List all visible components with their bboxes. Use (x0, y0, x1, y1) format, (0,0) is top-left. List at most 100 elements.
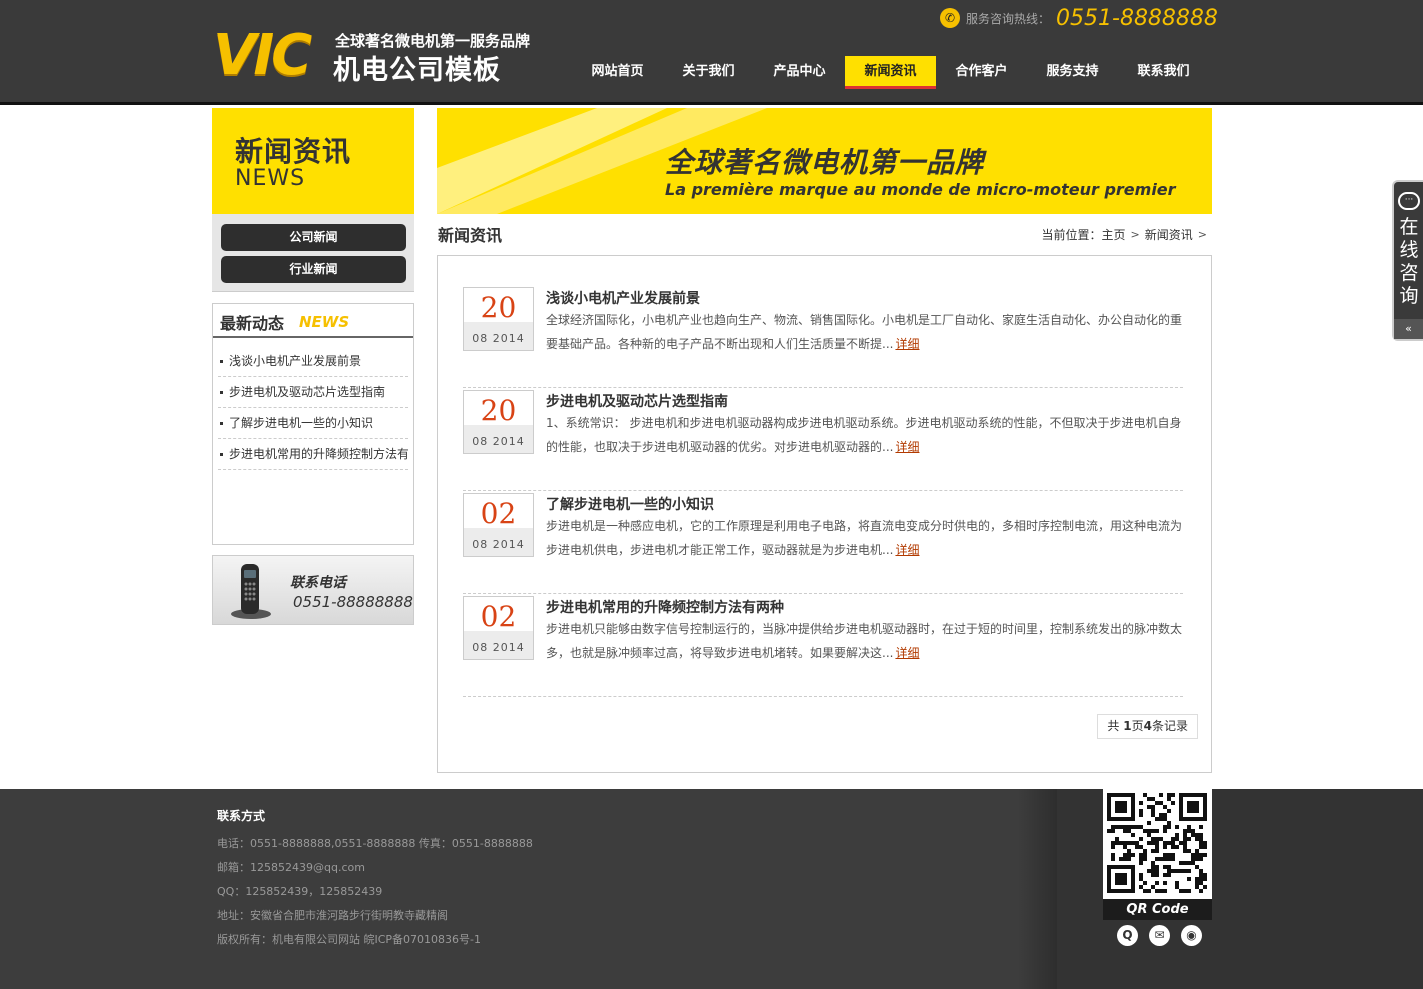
news-date: 20 08 2014 (463, 287, 534, 351)
latest-news-title: 最新动态 (220, 314, 285, 333)
logo-brand: 机电公司模板 (333, 55, 501, 86)
footer-copyright: 版权所有：机电有限公司网站 皖ICP备07010836号-1 (217, 933, 482, 946)
news-item: 02 08 2014 了解步进电机一些的小知识 步进电机是一种感应电机，它的工作… (463, 490, 1183, 594)
site-footer: 联系方式 电话：0551-8888888,0551-8888888 传真：055… (0, 789, 1423, 989)
news-title[interactable]: 步进电机及驱动芯片选型指南 (546, 391, 728, 411)
main-nav: 网站首页 关于我们 产品中心 新闻资讯 合作客户 服务支持 联系我们 (572, 56, 1209, 89)
nav-about[interactable]: 关于我们 (663, 56, 754, 89)
news-date-day: 02 (480, 600, 517, 633)
footer-contact-info: 联系方式 电话：0551-8888888,0551-8888888 传真：055… (217, 807, 533, 952)
record-count: 4 (1143, 719, 1152, 733)
weibo-icon[interactable]: ◉ (1181, 925, 1202, 946)
qr-code-label: QR Code (1103, 899, 1212, 920)
latest-news-header: 最新动态 NEWS (213, 304, 413, 338)
mail-icon[interactable]: ✉ (1149, 925, 1170, 946)
news-item: 20 08 2014 浅谈小电机产业发展前景 全球经济国际化，小电机产业也趋向生… (463, 284, 1183, 388)
contact-phone-box: 联系电话 0551-88888888 (212, 555, 414, 625)
news-date-day: 02 (480, 497, 517, 530)
collapse-arrow-icon[interactable]: « (1394, 319, 1423, 339)
hotline: ✆ 服务咨询热线： 0551-8888888 (940, 5, 1218, 31)
latest-news-box: 最新动态 NEWS 浅谈小电机产业发展前景 步进电机及驱动芯片选型指南 了解步进… (212, 303, 414, 545)
banner-headline: 全球著名微电机第一品牌 (665, 146, 985, 179)
banner-subline: La première marque au monde de micro-mot… (665, 180, 1176, 199)
category-menu: 公司新闻 行业新闻 (212, 214, 414, 292)
news-summary: 步进电机是一种感应电机，它的工作原理是利用电子电路，将直流电变成分时供电的，多相… (546, 519, 1183, 557)
page-banner: 全球著名微电机第一品牌 La première marque au monde … (437, 108, 1212, 214)
nav-products[interactable]: 产品中心 (754, 56, 845, 89)
nav-home[interactable]: 网站首页 (572, 56, 663, 89)
news-list: 20 08 2014 浅谈小电机产业发展前景 全球经济国际化，小电机产业也趋向生… (437, 255, 1212, 773)
page-count: 1 (1123, 719, 1132, 733)
news-summary: 步进电机只能够由数字信号控制运行的，当脉冲提供给步进电机驱动器时，在过于短的时间… (546, 622, 1183, 660)
contact-phone-number: 0551-88888888 (293, 593, 413, 611)
news-more-link[interactable]: 详细 (895, 543, 919, 557)
social-links: Q ✉ ◉ (1117, 925, 1213, 946)
qr-code: QR Code (1103, 789, 1212, 920)
news-date-month-year: 08 2014 (472, 641, 525, 654)
news-title[interactable]: 了解步进电机一些的小知识 (546, 494, 714, 514)
news-date-month-year: 08 2014 (472, 435, 525, 448)
hotline-label: 服务咨询热线： (966, 11, 1051, 26)
latest-news-list: 浅谈小电机产业发展前景 步进电机及驱动芯片选型指南 了解步进电机一些的小知识 步… (218, 346, 408, 470)
nav-news[interactable]: 新闻资讯 (845, 56, 936, 89)
news-item: 20 08 2014 步进电机及驱动芯片选型指南 1、系统常识： 步进电机和步进… (463, 387, 1183, 491)
bullet-icon (220, 391, 223, 394)
online-consult-label: 在线咨询 (1399, 216, 1419, 307)
news-date: 20 08 2014 (463, 390, 534, 454)
logo-mark: VIC (213, 23, 312, 88)
online-consult-tab[interactable]: ··· 在线咨询 « (1392, 180, 1423, 341)
news-title[interactable]: 步进电机常用的升降频控制方法有两种 (546, 597, 784, 617)
breadcrumb-label: 当前位置： (1041, 228, 1102, 242)
footer-qq: QQ：125852439，125852439 (217, 885, 383, 898)
bullet-icon (220, 360, 223, 363)
latest-news-item[interactable]: 步进电机常用的升降频控制方法有 (218, 439, 408, 470)
bullet-icon (220, 453, 223, 456)
news-more-link[interactable]: 详细 (895, 337, 919, 351)
nav-partners[interactable]: 合作客户 (936, 56, 1027, 89)
footer-address: 地址：安徽省合肥市淮河路步行街明教寺藏精阁 (217, 909, 448, 922)
chevron-right-icon: > (1197, 228, 1207, 241)
phone-icon: ✆ (940, 8, 960, 28)
news-more-link[interactable]: 详细 (895, 440, 919, 454)
news-item: 02 08 2014 步进电机常用的升降频控制方法有两种 步进电机只能够由数字信… (463, 593, 1183, 697)
news-date: 02 08 2014 (463, 493, 534, 557)
news-summary: 全球经济国际化，小电机产业也趋向生产、物流、销售国际化。小电机是工厂自动化、家庭… (546, 313, 1183, 351)
bullet-icon (220, 422, 223, 425)
news-summary: 1、系统常识： 步进电机和步进电机驱动器构成步进电机驱动系统。步进电机驱动系统的… (546, 416, 1182, 454)
breadcrumb-home[interactable]: 主页 (1102, 226, 1126, 243)
qr-code-pattern (1107, 793, 1207, 893)
hotline-number: 0551-8888888 (1056, 5, 1218, 31)
news-date-day: 20 (480, 394, 517, 427)
site-header: VIC 全球著名微电机第一服务品牌 机电公司模板 ✆ 服务咨询热线： 0551-… (0, 0, 1423, 105)
latest-news-title-en: NEWS (299, 313, 350, 331)
nav-contact[interactable]: 联系我们 (1118, 56, 1209, 89)
nav-support[interactable]: 服务支持 (1027, 56, 1118, 89)
page-title: 新闻资讯 (438, 226, 503, 245)
contact-phone-title: 联系电话 (290, 575, 346, 591)
category-industry-news[interactable]: 行业新闻 (221, 256, 406, 283)
sidebar-banner-title: 新闻资讯 (235, 135, 352, 168)
latest-news-item[interactable]: 了解步进电机一些的小知识 (218, 408, 408, 439)
telephone-icon (231, 564, 271, 619)
latest-news-item[interactable]: 步进电机及驱动芯片选型指南 (218, 377, 408, 408)
qq-icon[interactable]: Q (1117, 925, 1138, 946)
chat-bubble-icon: ··· (1398, 192, 1420, 210)
news-title[interactable]: 浅谈小电机产业发展前景 (546, 288, 700, 308)
latest-news-item[interactable]: 浅谈小电机产业发展前景 (218, 346, 408, 377)
category-company-news[interactable]: 公司新闻 (221, 224, 406, 251)
news-date-month-year: 08 2014 (472, 332, 525, 345)
breadcrumb-current[interactable]: 新闻资讯 (1145, 226, 1193, 243)
footer-email: 邮箱：125852439@qq.com (217, 861, 365, 874)
breadcrumb: 当前位置： 主页 > 新闻资讯 > (1042, 226, 1212, 243)
sidebar-banner-subtitle: NEWS (235, 166, 306, 191)
news-date: 02 08 2014 (463, 596, 534, 660)
pagination-info: 共 1页4条记录 (1097, 714, 1198, 739)
footer-phone: 电话：0551-8888888,0551-8888888 传真：0551-888… (217, 837, 533, 850)
news-more-link[interactable]: 详细 (895, 646, 919, 660)
sidebar-banner: 新闻资讯 NEWS (212, 108, 414, 214)
news-date-month-year: 08 2014 (472, 538, 525, 551)
footer-title: 联系方式 (217, 809, 266, 823)
chevron-right-icon: > (1130, 228, 1140, 241)
news-date-day: 20 (480, 291, 517, 324)
site-logo[interactable]: VIC 全球著名微电机第一服务品牌 机电公司模板 (213, 23, 530, 88)
